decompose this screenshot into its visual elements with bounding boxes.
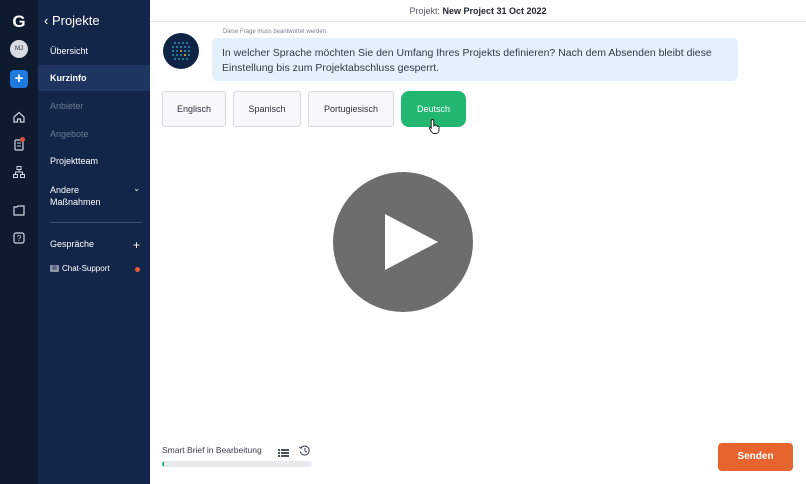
sidebar-item-project-team[interactable]: Projektteam bbox=[50, 156, 98, 166]
option-portuguese-button[interactable]: Portugiesisch bbox=[308, 91, 394, 127]
video-play-overlay[interactable] bbox=[333, 172, 473, 312]
brief-status-label: Smart Brief in Bearbeitung bbox=[162, 445, 262, 455]
chevron-down-icon[interactable]: ⌄ bbox=[133, 184, 140, 193]
add-new-icon[interactable]: + bbox=[10, 70, 28, 88]
sidebar-item-offers: Angebote bbox=[50, 129, 89, 139]
home-icon[interactable] bbox=[12, 110, 26, 124]
conversations-heading: Gespräche bbox=[50, 239, 95, 249]
option-english-button[interactable]: Englisch bbox=[162, 91, 226, 127]
sidebar-divider bbox=[50, 222, 142, 223]
send-button[interactable]: Senden bbox=[718, 443, 793, 471]
icon-rail: G MJ + ? bbox=[0, 0, 38, 484]
assistant-avatar bbox=[163, 33, 199, 69]
project-sidebar: ‹ Projekte Übersicht Kurzinfo Anbieter A… bbox=[38, 0, 150, 484]
hand-cursor-icon bbox=[428, 118, 442, 135]
chat-support-link[interactable]: Chat-Support bbox=[62, 264, 110, 273]
question-bubble: In welcher Sprache möchten Sie den Umfan… bbox=[212, 38, 738, 81]
project-name: New Project 31 Oct 2022 bbox=[442, 6, 547, 16]
svg-text:?: ? bbox=[17, 234, 22, 243]
sidebar-item-other-measures[interactable]: Andere Maßnahmen bbox=[50, 184, 101, 208]
add-conversation-icon[interactable]: + bbox=[133, 238, 140, 252]
project-prefix: Projekt: bbox=[409, 6, 440, 16]
help-icon[interactable]: ? bbox=[12, 231, 26, 245]
org-chart-icon[interactable] bbox=[12, 165, 26, 179]
app-logo[interactable]: G bbox=[9, 12, 29, 32]
sidebar-item-brief[interactable]: Kurzinfo bbox=[50, 73, 87, 83]
project-header: Projekt: New Project 31 Oct 2022 bbox=[150, 0, 806, 22]
back-to-projects-link[interactable]: ‹ Projekte bbox=[44, 13, 100, 28]
brief-progress-fill bbox=[162, 461, 164, 467]
option-spanish-button[interactable]: Spanisch bbox=[233, 91, 301, 127]
play-icon bbox=[385, 214, 438, 270]
chat-support-icon: ▤ bbox=[50, 265, 59, 272]
unread-dot-icon bbox=[135, 267, 140, 272]
brief-progress-bar bbox=[162, 461, 312, 467]
history-icon[interactable] bbox=[298, 444, 311, 457]
archive-icon[interactable] bbox=[12, 203, 26, 217]
sidebar-item-overview[interactable]: Übersicht bbox=[50, 46, 88, 56]
user-avatar[interactable]: MJ bbox=[10, 40, 28, 58]
list-icon[interactable] bbox=[278, 445, 289, 457]
sidebar-item-vendors: Anbieter bbox=[50, 101, 84, 111]
main-panel: Projekt: New Project 31 Oct 2022 Diese F… bbox=[150, 0, 806, 484]
notification-dot-icon bbox=[20, 137, 25, 142]
required-hint: Diese Frage muss beantwortet werden. bbox=[223, 29, 328, 35]
